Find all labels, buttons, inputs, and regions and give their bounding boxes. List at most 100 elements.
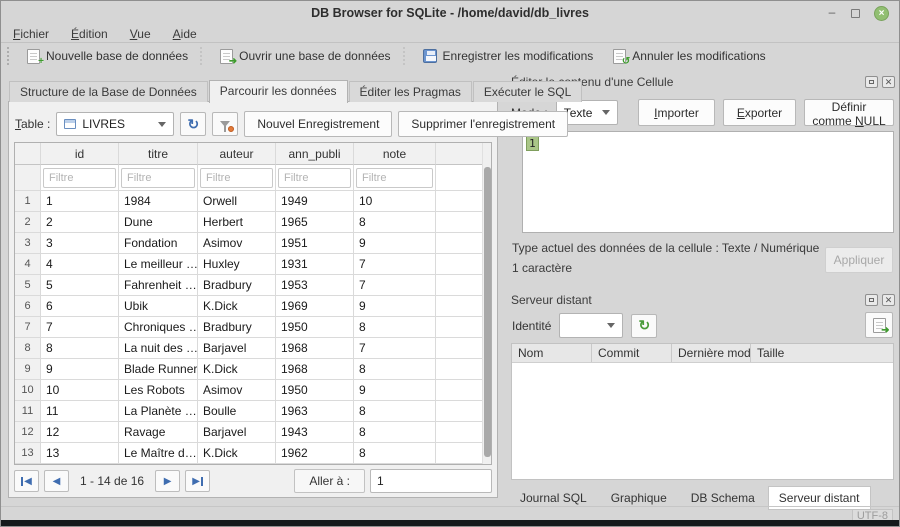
float-dock-icon[interactable] (865, 294, 878, 306)
cell-id[interactable]: 9 (41, 359, 119, 380)
tab-pragmas[interactable]: Éditer les Pragmas (349, 81, 472, 102)
last-page-button[interactable]: ▶ (185, 470, 210, 492)
cell-titre[interactable]: Fahrenheit … (119, 275, 198, 296)
cell-ann_publi[interactable]: 1949 (276, 191, 354, 212)
set-null-button[interactable]: Définir comme NULL (804, 99, 894, 126)
cell-auteur[interactable]: Bradbury (198, 317, 276, 338)
cell-auteur[interactable]: Barjavel (198, 338, 276, 359)
cell-id[interactable]: 6 (41, 296, 119, 317)
cell-ann_publi[interactable]: 1951 (276, 233, 354, 254)
cell-titre[interactable]: La nuit des … (119, 338, 198, 359)
tab-execute-sql[interactable]: Exécuter le SQL (473, 81, 582, 102)
first-page-button[interactable]: ◀ (14, 470, 39, 492)
cell-ann_publi[interactable]: 1965 (276, 212, 354, 233)
cell-note[interactable]: 8 (354, 212, 436, 233)
cell-ann_publi[interactable]: 1968 (276, 338, 354, 359)
cell-note[interactable]: 9 (354, 296, 436, 317)
cell-note[interactable]: 7 (354, 275, 436, 296)
revert-changes-button[interactable]: ↺ Annuler les modifications (603, 46, 775, 67)
cell-id[interactable]: 1 (41, 191, 119, 212)
cell-ann_publi[interactable]: 1968 (276, 359, 354, 380)
remote-refresh-button[interactable]: ↻ (631, 314, 657, 338)
minimize-icon[interactable]: – (827, 9, 837, 19)
cell-auteur[interactable]: Asimov (198, 233, 276, 254)
tab-structure[interactable]: Structure de la Base de Données (9, 81, 208, 102)
cell-auteur[interactable]: K.Dick (198, 443, 276, 464)
cell-id[interactable]: 11 (41, 401, 119, 422)
cell-titre[interactable]: Fondation (119, 233, 198, 254)
cell-auteur[interactable]: Bradbury (198, 275, 276, 296)
cell-titre[interactable]: La Planète … (119, 401, 198, 422)
table-select[interactable]: LIVRES (56, 112, 174, 136)
vertical-scrollbar[interactable] (482, 143, 491, 464)
open-database-button[interactable]: ➜ Ouvrir une base de données (210, 46, 400, 67)
save-changes-button[interactable]: Enregistrer les modifications (413, 46, 604, 66)
delete-record-button[interactable]: Supprimer l'enregistrement (398, 111, 568, 137)
filter-input-note[interactable] (356, 168, 433, 188)
cell-note[interactable]: 7 (354, 338, 436, 359)
menu-vue[interactable]: Vue (130, 27, 151, 41)
scrollbar-thumb[interactable] (484, 167, 491, 457)
export-button[interactable]: Exporter (723, 99, 796, 126)
cell-id[interactable]: 7 (41, 317, 119, 338)
clone-database-button[interactable]: ➜ (865, 312, 893, 338)
cell-ann_publi[interactable]: 1963 (276, 401, 354, 422)
cell-ann_publi[interactable]: 1969 (276, 296, 354, 317)
cell-note[interactable]: 8 (354, 443, 436, 464)
cell-ann_publi[interactable]: 1943 (276, 422, 354, 443)
new-record-button[interactable]: Nouvel Enregistrement (244, 111, 392, 137)
cell-titre[interactable]: Le Maître d… (119, 443, 198, 464)
cell-auteur[interactable]: Huxley (198, 254, 276, 275)
toolbar-drag-handle[interactable] (7, 47, 11, 65)
close-icon[interactable]: × (874, 6, 889, 21)
cell-id[interactable]: 12 (41, 422, 119, 443)
filter-input-titre[interactable] (121, 168, 195, 188)
filter-input-auteur[interactable] (200, 168, 273, 188)
cell-content-editor[interactable]: 1 (522, 131, 894, 233)
cell-note[interactable]: 8 (354, 317, 436, 338)
cell-titre[interactable]: Le meilleur … (119, 254, 198, 275)
cell-ann_publi[interactable]: 1962 (276, 443, 354, 464)
remote-column-header[interactable]: Nom (512, 344, 592, 362)
cell-id[interactable]: 3 (41, 233, 119, 254)
cell-id[interactable]: 10 (41, 380, 119, 401)
cell-id[interactable]: 5 (41, 275, 119, 296)
cell-ann_publi[interactable]: 1950 (276, 380, 354, 401)
menu-aide[interactable]: Aide (173, 27, 197, 41)
column-header-note[interactable]: note (354, 143, 436, 165)
remote-column-header[interactable]: Dernière modific (672, 344, 751, 362)
cell-titre[interactable]: Ravage (119, 422, 198, 443)
next-page-button[interactable]: ▶ (155, 470, 180, 492)
cell-id[interactable]: 2 (41, 212, 119, 233)
new-database-button[interactable]: + Nouvelle base de données (17, 46, 198, 67)
cell-auteur[interactable]: K.Dick (198, 359, 276, 380)
menu-fichier[interactable]: Fichier (13, 27, 49, 41)
cell-titre[interactable]: Blade Runner (119, 359, 198, 380)
apply-button[interactable]: Appliquer (825, 247, 893, 273)
close-dock-icon[interactable]: ✕ (882, 76, 895, 88)
cell-note[interactable]: 8 (354, 359, 436, 380)
cell-titre[interactable]: Chroniques … (119, 317, 198, 338)
previous-page-button[interactable]: ◀ (44, 470, 69, 492)
cell-note[interactable]: 9 (354, 380, 436, 401)
cell-ann_publi[interactable]: 1931 (276, 254, 354, 275)
cell-titre[interactable]: Ubik (119, 296, 198, 317)
column-header-ann_publi[interactable]: ann_publi (276, 143, 354, 165)
import-button[interactable]: Importer (638, 99, 715, 126)
maximize-icon[interactable] (851, 9, 860, 18)
cell-note[interactable]: 8 (354, 422, 436, 443)
refresh-button[interactable]: ↻ (180, 112, 206, 136)
cell-note[interactable]: 9 (354, 233, 436, 254)
cell-auteur[interactable]: K.Dick (198, 296, 276, 317)
cell-id[interactable]: 4 (41, 254, 119, 275)
cell-auteur[interactable]: Asimov (198, 380, 276, 401)
cell-auteur[interactable]: Herbert (198, 212, 276, 233)
cell-titre[interactable]: 1984 (119, 191, 198, 212)
clear-filters-button[interactable] (212, 112, 238, 136)
cell-auteur[interactable]: Barjavel (198, 422, 276, 443)
cell-titre[interactable]: Les Robots (119, 380, 198, 401)
menu-edition[interactable]: Édition (71, 27, 108, 41)
column-header-titre[interactable]: titre (119, 143, 198, 165)
cell-ann_publi[interactable]: 1953 (276, 275, 354, 296)
cell-auteur[interactable]: Orwell (198, 191, 276, 212)
